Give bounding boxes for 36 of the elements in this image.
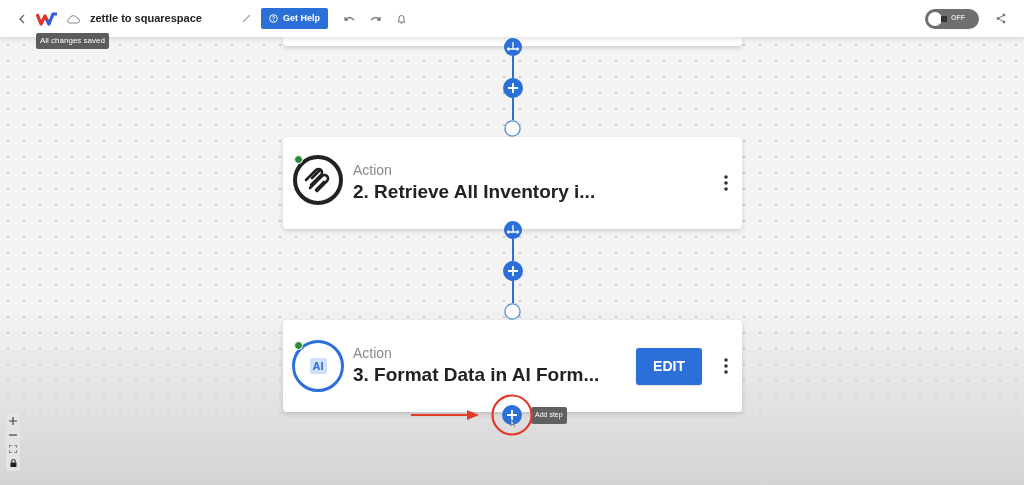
add-step-icon[interactable] [502, 261, 523, 281]
connector-node-icon [504, 303, 521, 320]
step-card[interactable]: Action 2. Retrieve All Inventory i... [283, 137, 742, 229]
save-tooltip: All changes saved [36, 32, 109, 49]
step-type: Action [353, 344, 393, 362]
add-step-icon[interactable] [502, 78, 523, 98]
step-title: 2. Retrieve All Inventory i... [353, 180, 597, 204]
zoom-in-icon[interactable] [9, 417, 17, 425]
zoom-out-icon[interactable] [9, 431, 17, 439]
step-card[interactable] [283, 37, 742, 46]
connector-node-icon [504, 120, 521, 137]
undo-icon[interactable] [344, 15, 355, 22]
arrow-icon [411, 410, 479, 420]
lock-icon[interactable] [9, 459, 17, 467]
more-options-icon[interactable] [724, 175, 728, 191]
more-options-icon[interactable] [724, 358, 728, 374]
edit-button[interactable]: EDIT [636, 347, 702, 385]
get-help-button[interactable]: Get Help [261, 8, 328, 29]
back-icon[interactable] [18, 13, 26, 24]
add-step-icon[interactable] [502, 405, 522, 425]
workflow-title: zettle to squarespace [90, 11, 203, 27]
step-title: 3. Format Data in AI Form... [353, 363, 601, 387]
spiral-logo-icon [292, 153, 344, 206]
logo-icon[interactable] [36, 11, 58, 26]
share-icon[interactable] [996, 13, 1006, 24]
branch-icon[interactable] [503, 38, 522, 56]
help-icon [269, 14, 278, 23]
ai-logo-icon: AI [292, 340, 344, 392]
bell-icon[interactable] [397, 13, 406, 24]
step-type: Action [353, 161, 393, 179]
step-card[interactable]: AI Action 3. Format Data in AI Form... EDIT [283, 320, 742, 412]
redo-icon[interactable] [370, 15, 381, 22]
branch-icon[interactable] [503, 221, 522, 239]
cursor-icon [509, 418, 517, 428]
cloud-icon [66, 13, 80, 24]
fit-view-icon[interactable] [9, 445, 17, 453]
